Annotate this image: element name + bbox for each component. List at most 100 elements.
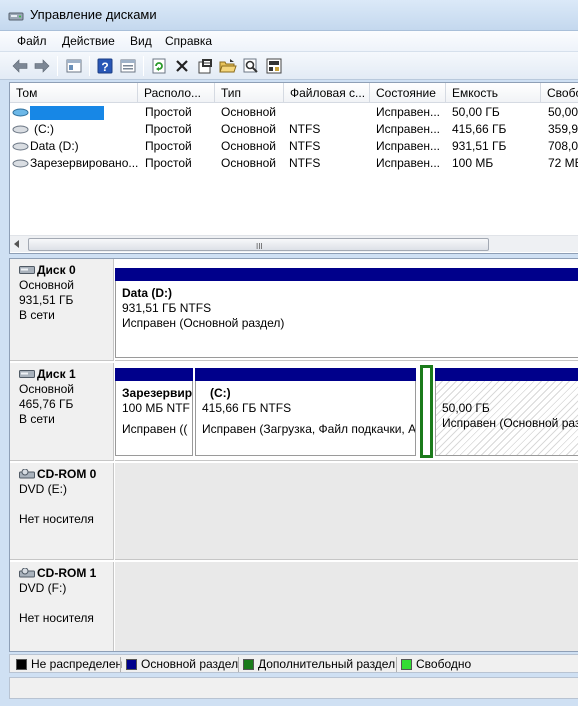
column-header-filesystem[interactable]: Файловая с... <box>284 83 370 103</box>
table-row[interactable]: Зарезервировано... Простой Основной NTFS… <box>10 155 578 172</box>
partition-name: Зарезервир <box>122 386 193 400</box>
window-title: Управление дисками <box>30 7 157 22</box>
cell-status: Исправен... <box>376 156 441 170</box>
toolbar-separator <box>143 56 144 76</box>
cell-type: Основной <box>221 105 277 119</box>
cell-status: Исправен... <box>376 139 441 153</box>
cdrom-kind: DVD (E:) <box>19 482 67 496</box>
disk-0-partitions: Data (D:) 931,51 ГБ NTFS Исправен (Основ… <box>115 259 578 361</box>
find-icon[interactable] <box>242 57 260 75</box>
partition-name: Data (D:) <box>122 286 172 300</box>
column-header-type[interactable]: Тип <box>215 83 284 103</box>
disk-management-icon <box>8 12 24 21</box>
cell-filesystem: NTFS <box>289 139 321 153</box>
legend-label: Свободно <box>416 657 472 671</box>
disk-graphical-view: Диск 0 Основной 931,51 ГБ В сети Data (D… <box>9 258 578 652</box>
forward-icon[interactable] <box>33 57 51 75</box>
table-row[interactable]: Простой Основной Исправен... 50,00 ГБ 50… <box>10 104 578 121</box>
properties-icon[interactable] <box>119 57 137 75</box>
partition-c[interactable]: (C:) 415,66 ГБ NTFS Исправен (Загрузка, … <box>195 368 416 456</box>
disk-size: 465,76 ГБ <box>19 397 74 411</box>
cell-free: 359,91 <box>548 122 578 136</box>
cdrom-icon <box>19 469 35 479</box>
cell-type: Основной <box>221 122 277 136</box>
primary-partition-bar <box>115 368 193 381</box>
svg-text:?: ? <box>101 60 108 74</box>
disk-0-label[interactable]: Диск 0 Основной 931,51 ГБ В сети <box>10 259 114 361</box>
disk-state: В сети <box>19 308 55 322</box>
column-header-status[interactable]: Состояние <box>370 83 446 103</box>
open-folder-icon[interactable] <box>219 57 237 75</box>
legend-label: Основной раздел <box>141 657 239 671</box>
partition-size: 100 МБ NTF <box>122 401 190 415</box>
scroll-left-icon[interactable] <box>14 240 19 248</box>
cdrom-1-label[interactable]: CD-ROM 1 DVD (F:) Нет носителя <box>10 562 114 651</box>
redacted-volume-name <box>30 106 104 120</box>
cdrom-name: CD-ROM 0 <box>37 467 97 481</box>
cdrom-icon <box>19 568 35 578</box>
console-tree-icon[interactable] <box>65 57 83 75</box>
cell-layout: Простой <box>145 122 192 136</box>
partition-status: Исправен (Основной разд <box>442 416 578 430</box>
disk-properties-icon[interactable] <box>265 57 283 75</box>
legend-separator <box>396 657 397 672</box>
menu-help[interactable]: Справка <box>165 34 212 48</box>
menu-action[interactable]: Действие <box>62 34 115 48</box>
refresh-icon[interactable] <box>150 57 168 75</box>
disk-1-label[interactable]: Диск 1 Основной 465,76 ГБ В сети <box>10 363 114 461</box>
settings-icon[interactable] <box>196 57 214 75</box>
legend: Не распределен Основной раздел Дополните… <box>9 654 578 673</box>
table-row[interactable]: Data (D:) Простой Основной NTFS Исправен… <box>10 138 578 155</box>
legend-label: Дополнительный раздел <box>258 657 396 671</box>
cell-free: 72 МБ <box>548 156 578 170</box>
scrollbar-thumb[interactable]: III <box>28 238 489 251</box>
legend-swatch <box>16 659 27 670</box>
hard-disk-icon <box>19 370 35 378</box>
primary-partition-bar <box>435 368 578 381</box>
cell-free: 708,05 <box>548 139 578 153</box>
selected-small-partition[interactable] <box>420 365 433 458</box>
menu-file[interactable]: Файл <box>17 34 47 48</box>
horizontal-scrollbar[interactable]: III <box>10 235 578 252</box>
back-icon[interactable] <box>11 57 29 75</box>
cell-capacity: 50,00 ГБ <box>452 105 500 119</box>
toolbar: ? <box>0 52 578 80</box>
partition-reserved[interactable]: Зарезервир 100 МБ NTF Исправен (( <box>115 368 193 456</box>
column-header-capacity[interactable]: Емкость <box>446 83 541 103</box>
partition-data-d[interactable]: Data (D:) 931,51 ГБ NTFS Исправен (Основ… <box>115 268 578 358</box>
disk-kind: Основной <box>19 382 75 396</box>
column-header-layout[interactable]: Располо... <box>138 83 215 103</box>
cell-status: Исправен... <box>376 105 441 119</box>
cell-layout: Простой <box>145 139 192 153</box>
cell-capacity: 100 МБ <box>452 156 494 170</box>
legend-swatch <box>401 659 412 670</box>
cell-free: 50,00 <box>548 105 578 119</box>
volume-icon <box>12 125 29 134</box>
partition-unnamed-50gb[interactable]: 50,00 ГБ Исправен (Основной разд <box>435 368 578 456</box>
cdrom-0-label[interactable]: CD-ROM 0 DVD (E:) Нет носителя <box>10 463 114 560</box>
cdrom-state: Нет носителя <box>19 611 94 625</box>
cell-type: Основной <box>221 156 277 170</box>
toolbar-separator <box>89 56 90 76</box>
column-header-free[interactable]: Свобо <box>541 83 578 103</box>
title-bar: Управление дисками <box>0 0 578 31</box>
partition-status: Исправен (Основной раздел) <box>122 316 285 330</box>
disk-kind: Основной <box>19 278 75 292</box>
partition-name: (C:) <box>210 386 231 400</box>
delete-icon[interactable] <box>173 57 191 75</box>
menu-view[interactable]: Вид <box>130 34 152 48</box>
disk-1-partitions: Зарезервир 100 МБ NTF Исправен (( (C:) 4… <box>115 363 578 461</box>
disk-name: Диск 1 <box>37 367 76 381</box>
volume-icon <box>12 159 29 168</box>
primary-partition-bar <box>195 368 416 381</box>
cdrom-state: Нет носителя <box>19 512 94 526</box>
status-bar <box>9 677 578 699</box>
partition-size: 415,66 ГБ NTFS <box>202 401 292 415</box>
table-row[interactable]: (C:) Простой Основной NTFS Исправен... 4… <box>10 121 578 138</box>
cell-filesystem: NTFS <box>289 122 321 136</box>
primary-partition-bar <box>115 268 578 281</box>
help-icon[interactable]: ? <box>96 57 114 75</box>
cdrom-1-area <box>115 562 578 651</box>
column-header-volume[interactable]: Том <box>10 83 138 103</box>
